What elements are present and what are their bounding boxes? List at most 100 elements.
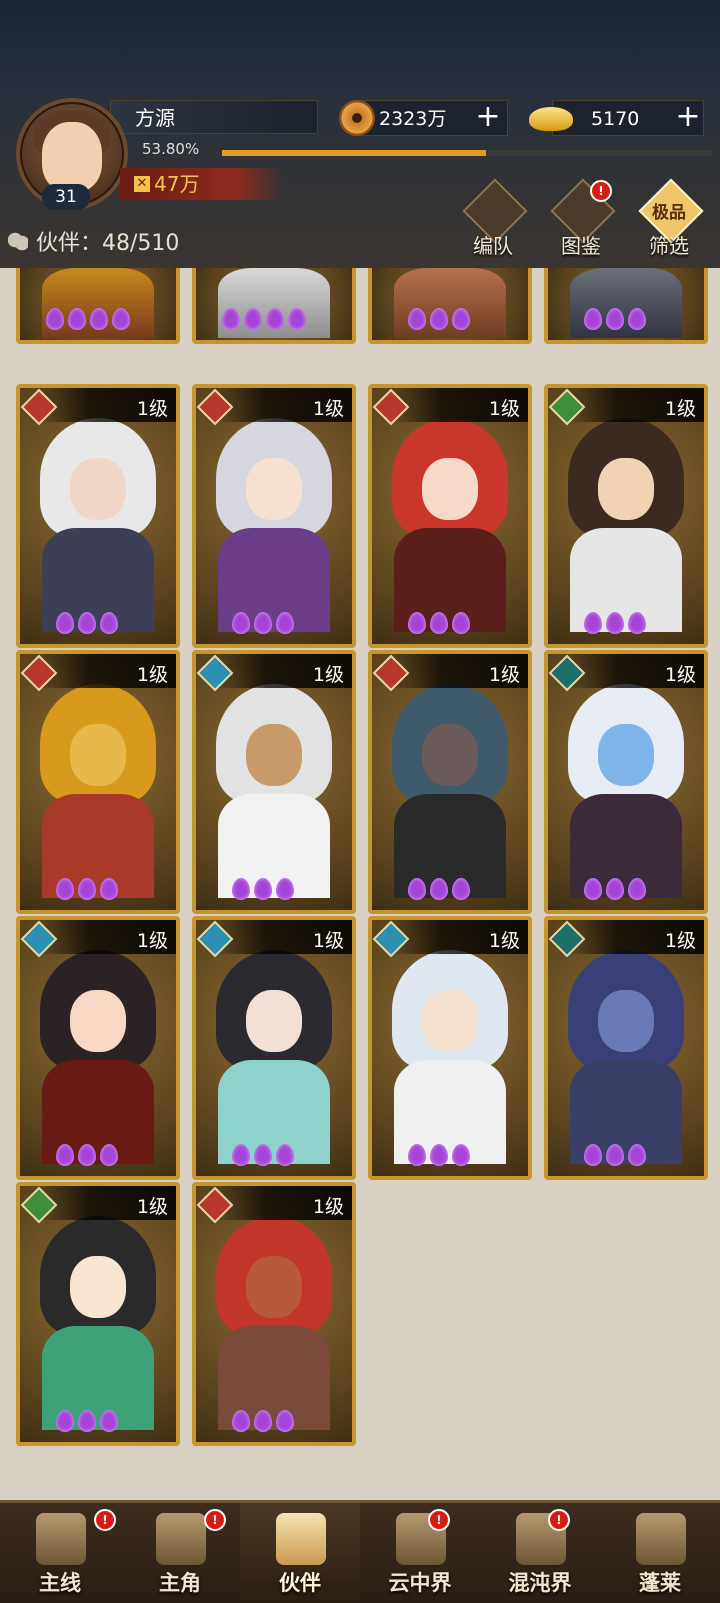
partner-card[interactable]: 1级 — [16, 916, 180, 1180]
partner-card[interactable]: 1级 — [544, 384, 708, 648]
partner-card[interactable]: 1级 — [192, 916, 356, 1180]
star-icon — [288, 308, 306, 330]
star-icon — [254, 1144, 272, 1166]
partner-card[interactable] — [368, 268, 532, 344]
card-portrait-face — [422, 458, 478, 520]
card-portrait-face — [246, 1256, 302, 1318]
card-stars — [372, 308, 528, 334]
partner-card[interactable]: 1级 — [192, 1182, 356, 1446]
star-icon — [606, 878, 624, 900]
star-icon — [628, 612, 646, 634]
partner-card[interactable]: 1级 — [16, 384, 180, 648]
card-portrait-face — [70, 1256, 126, 1318]
card-stars — [372, 878, 528, 904]
star-icon — [78, 878, 96, 900]
card-stars — [196, 1410, 352, 1436]
partner-grid: 1级 1级 1级 1级 1级 1级 1级 1级 1级 1级 1级 1级 1级 1级 — [0, 268, 720, 1500]
exp-progress-text: 53.80% — [142, 140, 200, 158]
nav-partner[interactable]: 伙伴 — [240, 1503, 360, 1603]
nav-alert-badge: ! — [94, 1509, 116, 1531]
nav-penglai[interactable]: 蓬莱 — [600, 1503, 720, 1603]
star-icon — [452, 308, 470, 330]
star-icon — [232, 612, 250, 634]
star-icon — [276, 612, 294, 634]
partner-card[interactable]: 1级 — [16, 650, 180, 914]
star-icon — [628, 308, 646, 330]
partner-card[interactable] — [16, 268, 180, 344]
star-icon — [46, 308, 64, 330]
partner-level: 1级 — [136, 398, 168, 420]
nav-chaos-realm[interactable]: ! 混沌界 — [480, 1503, 600, 1603]
partner-card[interactable]: 1级 — [544, 650, 708, 914]
star-icon — [584, 1144, 602, 1166]
card-portrait-face — [598, 458, 654, 520]
avatar-face — [42, 122, 102, 192]
player-level-badge: 31 — [42, 184, 90, 210]
star-icon — [276, 878, 294, 900]
team-button[interactable]: 编队 — [458, 178, 528, 258]
star-icon — [244, 308, 262, 330]
sage-icon — [636, 1513, 686, 1565]
partner-card[interactable]: 1级 — [192, 650, 356, 914]
star-icon — [584, 878, 602, 900]
nav-main-line[interactable]: ! 主线 — [0, 1503, 120, 1603]
star-icon — [232, 1410, 250, 1432]
card-stars — [20, 1144, 176, 1170]
card-portrait-face — [70, 990, 126, 1052]
partner-card[interactable]: 1级 — [16, 1182, 180, 1446]
gold-currency: 5170 + — [529, 100, 705, 136]
star-icon — [56, 1144, 74, 1166]
star-icon — [452, 612, 470, 634]
partner-card[interactable]: 1级 — [192, 384, 356, 648]
partner-card[interactable]: 1级 — [368, 384, 532, 648]
card-portrait-face — [598, 990, 654, 1052]
star-icon — [430, 308, 448, 330]
team-button-label: 编队 — [473, 234, 513, 258]
card-stars — [372, 1144, 528, 1170]
star-icon — [254, 612, 272, 634]
partner-card[interactable]: 1级 — [368, 650, 532, 914]
partners-icon — [8, 232, 28, 252]
partner-level: 1级 — [488, 398, 520, 420]
star-icon — [100, 878, 118, 900]
star-icon — [606, 612, 624, 634]
copper-coin-icon — [339, 100, 375, 136]
partner-level: 1级 — [664, 930, 696, 952]
nav-protagonist[interactable]: ! 主角 — [120, 1503, 240, 1603]
nav-alert-badge: ! — [428, 1509, 450, 1531]
nav-alert-badge: ! — [204, 1509, 226, 1531]
partner-card[interactable] — [544, 268, 708, 344]
card-portrait-face — [246, 724, 302, 786]
star-icon — [430, 1144, 448, 1166]
star-icon — [232, 1144, 250, 1166]
card-stars — [548, 612, 704, 638]
nav-label: 蓬莱 — [639, 1571, 681, 1595]
nav-cloud-realm[interactable]: ! 云中界 — [360, 1503, 480, 1603]
partner-count-label: 伙伴： — [36, 231, 103, 256]
card-portrait-face — [422, 724, 478, 786]
nav-label: 主线 — [39, 1571, 81, 1595]
star-icon — [100, 1144, 118, 1166]
partner-level: 1级 — [664, 398, 696, 420]
partner-card[interactable]: 1级 — [544, 916, 708, 1180]
card-stars — [196, 308, 352, 334]
star-icon — [584, 308, 602, 330]
partner-level: 1级 — [312, 398, 344, 420]
exp-progress-bar — [222, 150, 712, 156]
add-coins-button[interactable]: + — [471, 101, 505, 135]
partner-card[interactable] — [192, 268, 356, 344]
filter-button[interactable]: 极品 筛选 — [634, 178, 704, 258]
combat-power-value: 47万 — [154, 172, 200, 196]
add-gold-button[interactable]: + — [671, 101, 705, 135]
coin-amount: 2323万 — [379, 108, 447, 130]
partner-level: 1级 — [664, 664, 696, 686]
catalog-button-label: 图鉴 — [561, 234, 601, 258]
star-icon — [408, 612, 426, 634]
star-icon — [606, 308, 624, 330]
card-portrait-face — [70, 458, 126, 520]
partner-level: 1级 — [136, 664, 168, 686]
card-stars — [20, 878, 176, 904]
partner-level: 1级 — [312, 1196, 344, 1218]
partner-card[interactable]: 1级 — [368, 916, 532, 1180]
catalog-button[interactable]: ! 图鉴 — [546, 178, 616, 258]
